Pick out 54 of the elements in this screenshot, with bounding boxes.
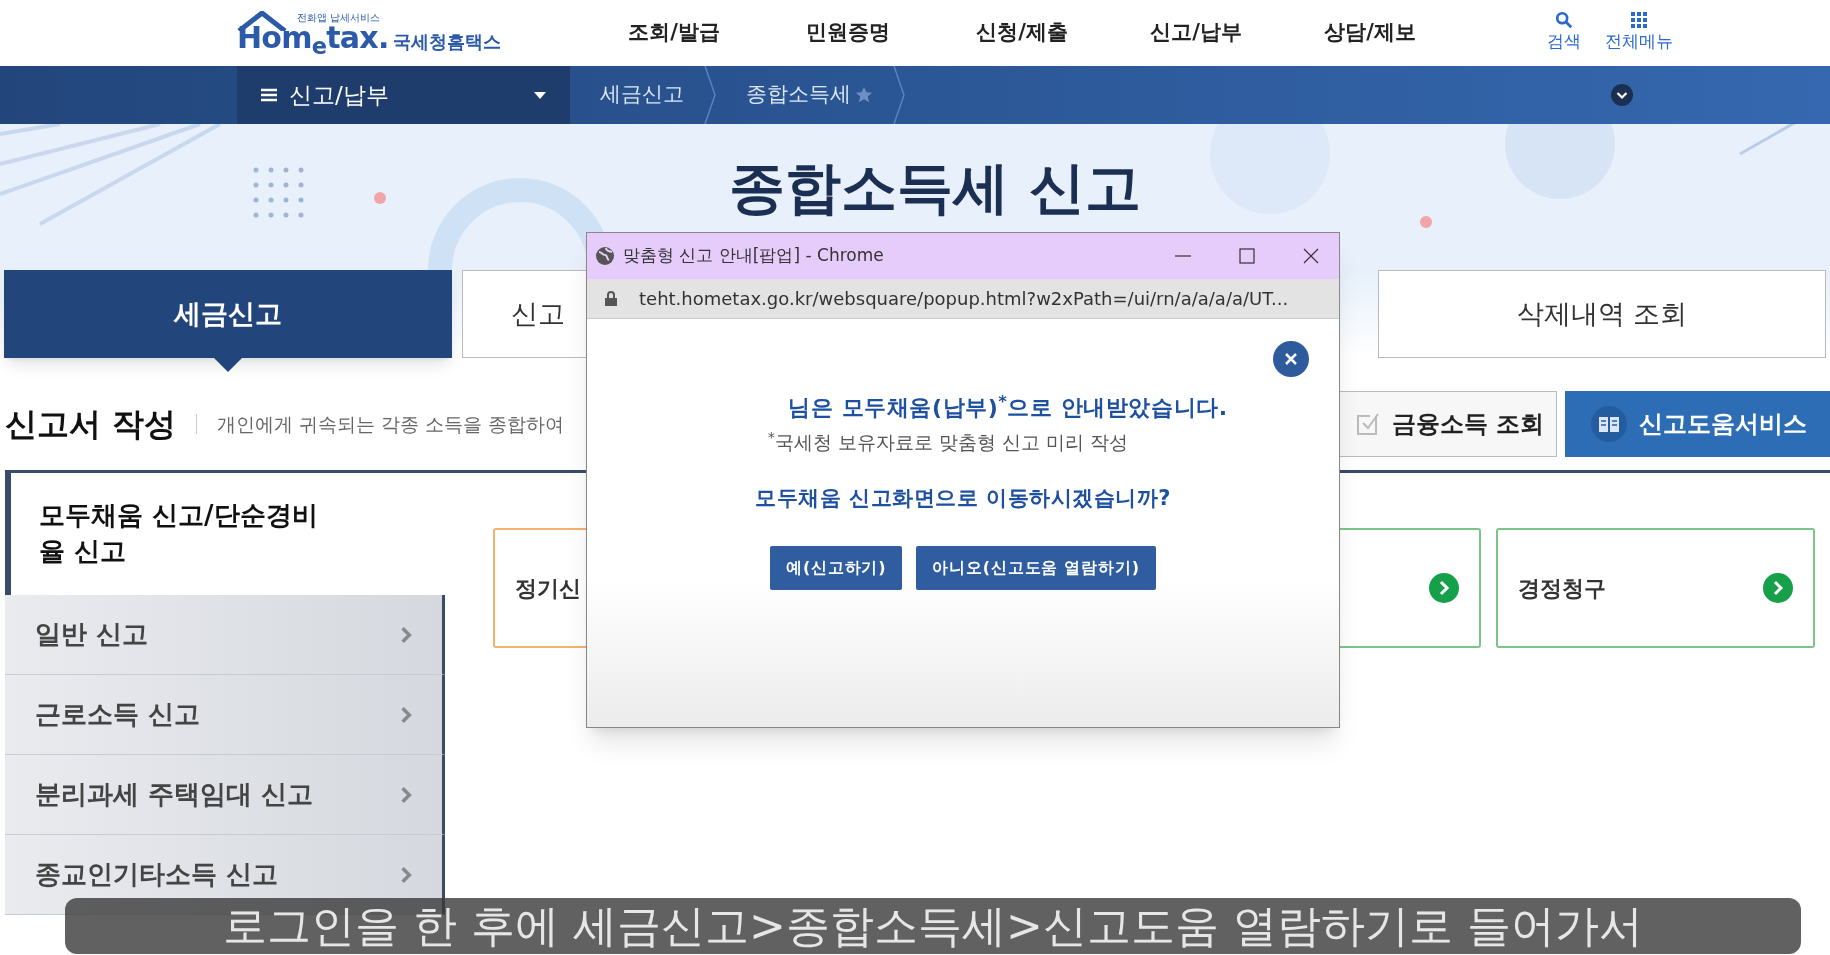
section-description: 개인에게 귀속되는 각종 소득을 종합하여 <box>217 411 565 437</box>
chevron-right-icon <box>400 705 412 724</box>
breadcrumb-separator-icon <box>893 66 905 124</box>
card-label: 정기신 <box>515 574 582 603</box>
tab[interactable]: 삭제내역 조회 <box>1378 270 1826 358</box>
tab-pointer-icon <box>214 358 242 372</box>
tool-label[interactable]: 전체메뉴 <box>1605 29 1673 55</box>
nav-link[interactable]: 신청/제출 <box>935 17 1109 49</box>
menu-icon <box>261 88 277 102</box>
breadcrumb-link[interactable]: 종합소득세 <box>746 79 851 111</box>
notice-question: 모두채움 신고화면으로 이동하시겠습니까? <box>755 484 1171 512</box>
breadcrumb-link[interactable]: 세금신고 <box>600 79 684 111</box>
globe-icon <box>595 246 615 266</box>
side-menu-item[interactable]: 분리과세 주택임대 신고 <box>5 755 445 835</box>
caret-down-icon <box>534 91 546 99</box>
lock-icon <box>605 291 617 306</box>
dialog-button[interactable]: 예(신고하기) <box>770 546 903 590</box>
logo-wordmark: Hom$_{e}$tax. <box>237 23 389 53</box>
grid-menu-icon[interactable] <box>1630 11 1648 30</box>
arrow-circle-icon <box>1763 573 1793 603</box>
close-icon[interactable] <box>1273 341 1309 377</box>
breadcrumb-separator-icon <box>704 66 716 124</box>
nav-link[interactable]: 상담/제보 <box>1283 17 1457 49</box>
menu-dropdown[interactable]: 신고/납부 <box>237 66 570 124</box>
logo-name: 국세청홈택스 <box>392 30 501 53</box>
arrow-circle-icon <box>1429 573 1459 603</box>
notice-note: $^{*}$국세청 보유자료로 맞춤형 신고 미리 작성 <box>767 428 1129 455</box>
side-menu-item[interactable]: 일반 신고 <box>5 595 445 675</box>
help-service-button[interactable]: 신고도움서비스 <box>1565 391 1830 457</box>
chevron-right-icon <box>400 865 412 884</box>
hometax-logo[interactable]: 전화앱 납세서비스 Hom$_{e}$tax.국세청홈택스 <box>237 13 507 53</box>
financial-income-button[interactable]: 금융소득 조회 <box>1337 391 1557 457</box>
page-title: 종합소득세 신고 <box>729 154 1141 222</box>
star-icon[interactable] <box>855 86 873 104</box>
maximize-icon[interactable] <box>1239 248 1255 264</box>
logo-tagline: 전화앱 납세서비스 <box>297 13 382 23</box>
chevron-down-circle-icon[interactable] <box>1611 84 1633 106</box>
chevron-right-icon <box>400 625 412 644</box>
dialog-button[interactable]: 아니오(신고도움 열람하기) <box>916 546 1156 590</box>
window-title: 맞춤형 신고 안내[팝업] - Chrome <box>623 244 885 268</box>
close-icon[interactable] <box>1303 248 1319 264</box>
nav-link[interactable]: 민원증명 <box>761 17 935 49</box>
section-title: 신고서 작성 <box>5 404 177 445</box>
card-label: 경정청구 <box>1518 574 1607 603</box>
side-menu-item[interactable]: 근로소득 신고 <box>5 675 445 755</box>
chevron-right-icon <box>400 785 412 804</box>
notice-message: 님은 모두채움(납부)$^{*}$으로 안내받았습니다. <box>788 391 1228 422</box>
tool-label[interactable]: 검색 <box>1547 29 1581 55</box>
nav-link[interactable]: 신고/납부 <box>1109 17 1283 49</box>
checkbox-icon <box>1356 412 1380 436</box>
nav-link[interactable]: 조회/발급 <box>587 17 761 49</box>
filing-card[interactable]: 경정청구 <box>1496 528 1815 648</box>
search-icon[interactable] <box>1555 11 1573 30</box>
book-icon <box>1591 406 1627 442</box>
